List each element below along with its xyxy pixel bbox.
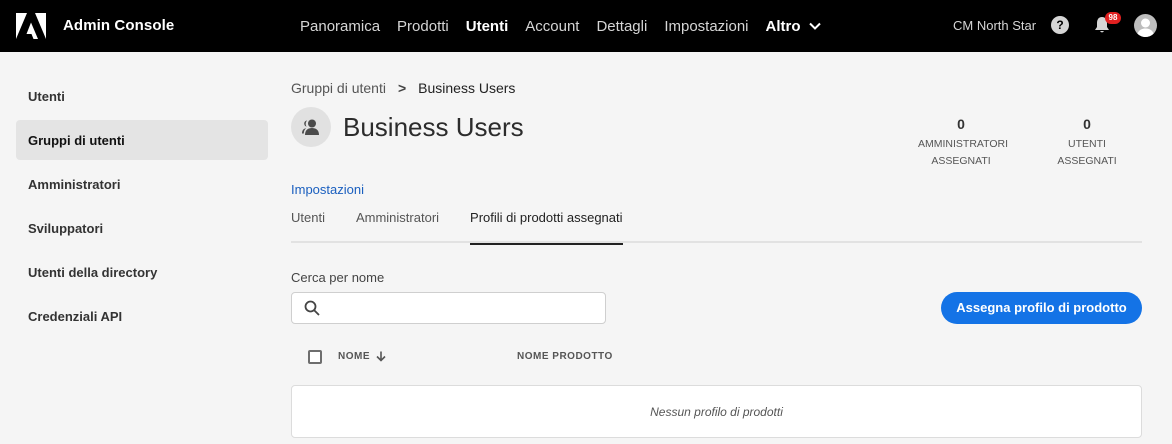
empty-table-state: Nessun profilo di prodotti xyxy=(291,385,1142,438)
stat-users-value: 0 xyxy=(1083,116,1091,132)
breadcrumb-current: Business Users xyxy=(418,80,516,96)
column-header-nome-prodotto[interactable]: NOME PRODOTTO xyxy=(517,351,613,362)
sidebar-item-utenti[interactable]: Utenti xyxy=(16,76,268,116)
sidebar-item-credenziali-api[interactable]: Credenziali API xyxy=(16,296,268,336)
sidebar-item-sviluppatori[interactable]: Sviluppatori xyxy=(16,208,268,248)
org-switcher[interactable]: CM North Star xyxy=(953,18,1036,33)
stat-admins-label-line2: ASSEGNATI xyxy=(931,155,991,167)
avatar[interactable] xyxy=(1134,14,1157,37)
nav-impostazioni[interactable]: Impostazioni xyxy=(664,18,748,35)
tab-profili-di-prodotti-assegnati[interactable]: Profili di prodotti assegnati xyxy=(470,208,624,245)
notification-badge: 98 xyxy=(1105,12,1121,24)
app-title[interactable]: Admin Console xyxy=(63,17,174,34)
main-nav: Panoramica Prodotti Utenti Account Detta… xyxy=(300,0,838,52)
column-header-nome[interactable]: NOME xyxy=(338,351,386,362)
top-bar: Admin Console Panoramica Prodotti Utenti… xyxy=(0,0,1172,52)
sidebar: Utenti Gruppi di utenti Amministratori S… xyxy=(16,76,268,340)
nav-utenti[interactable]: Utenti xyxy=(466,18,509,35)
user-group-avatar xyxy=(291,107,331,147)
breadcrumb: Gruppi di utenti > Business Users xyxy=(291,80,515,96)
adobe-logo-icon[interactable] xyxy=(16,13,46,39)
nav-account[interactable]: Account xyxy=(525,18,579,35)
column-header-nome-label: NOME xyxy=(338,351,370,362)
nav-altro-label: Altro xyxy=(765,17,801,35)
sidebar-item-amministratori[interactable]: Amministratori xyxy=(16,164,268,204)
breadcrumb-separator: > xyxy=(397,80,407,96)
avatar-icon xyxy=(1137,18,1154,37)
nav-dettagli[interactable]: Dettagli xyxy=(596,18,647,35)
tab-amministratori[interactable]: Amministratori xyxy=(356,208,439,243)
search-icon xyxy=(304,300,320,316)
empty-state-message: Nessun profilo di prodotti xyxy=(650,404,783,419)
select-all-checkbox[interactable] xyxy=(308,350,322,364)
stat-users-label: UTENTI ASSEGNATI xyxy=(1057,138,1117,167)
tab-utenti[interactable]: Utenti xyxy=(291,208,325,243)
nav-altro-menu[interactable]: Altro xyxy=(766,18,821,35)
breadcrumb-parent-link[interactable]: Gruppi di utenti xyxy=(291,80,386,96)
nav-panoramica[interactable]: Panoramica xyxy=(300,18,380,35)
tab-bar: Utenti Amministratori Profili di prodott… xyxy=(291,208,1142,245)
stat-admins-value: 0 xyxy=(957,116,965,132)
sidebar-item-utenti-della-directory[interactable]: Utenti della directory xyxy=(16,252,268,292)
stat-users-assigned: 0 UTENTI ASSEGNATI xyxy=(1039,116,1135,170)
chevron-down-icon xyxy=(808,22,821,30)
stat-admins-assigned: 0 AMMINISTRATORI ASSEGNATI xyxy=(918,116,1009,170)
table-header: NOME NOME PRODOTTO xyxy=(291,346,1142,368)
settings-link[interactable]: Impostazioni xyxy=(291,182,364,197)
user-group-icon xyxy=(302,119,319,135)
search-input[interactable] xyxy=(328,294,605,322)
search-field[interactable] xyxy=(291,292,606,324)
assign-product-profile-button[interactable]: Assegna profilo di prodotto xyxy=(941,292,1142,324)
nav-prodotti[interactable]: Prodotti xyxy=(397,18,449,35)
page-title: Business Users xyxy=(343,112,524,142)
arrow-down-icon xyxy=(376,351,386,362)
stat-admins-label-line1: AMMINISTRATORI xyxy=(918,138,1009,150)
search-label: Cerca per nome xyxy=(291,270,385,285)
stat-admins-label: AMMINISTRATORI ASSEGNATI xyxy=(918,136,1009,170)
help-icon[interactable]: ? xyxy=(1051,16,1069,34)
sidebar-item-gruppi-di-utenti[interactable]: Gruppi di utenti xyxy=(16,120,268,160)
